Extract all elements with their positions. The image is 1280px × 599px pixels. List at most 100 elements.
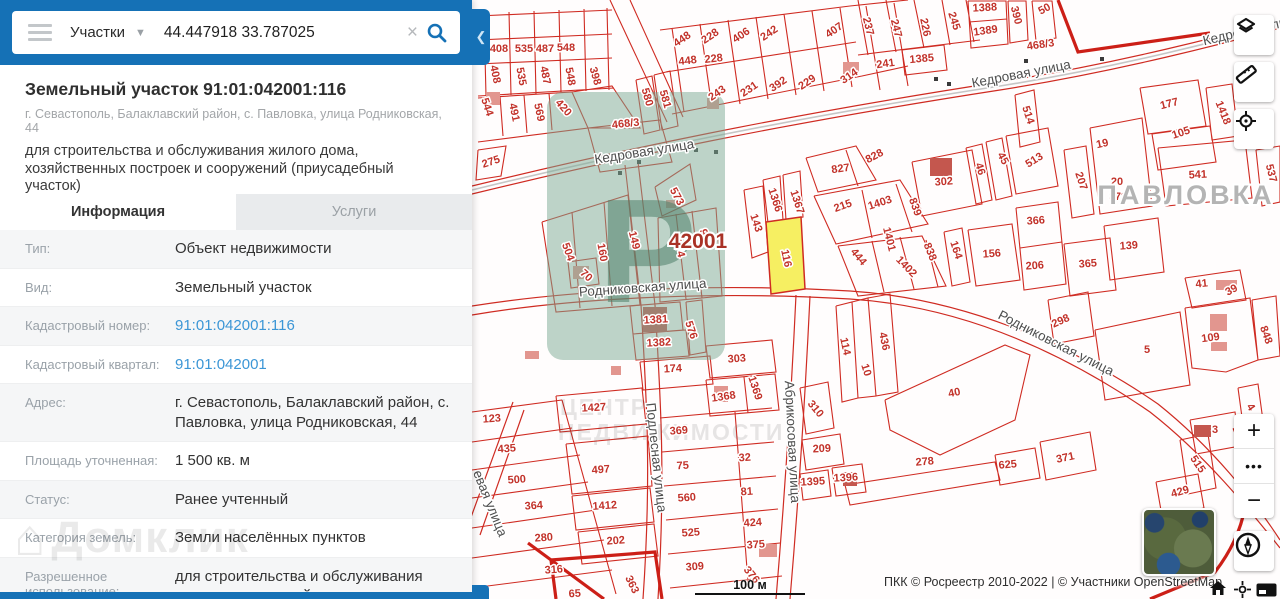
clear-search-icon[interactable]: ×: [401, 22, 424, 44]
parcel-label[interactable]: 1401: [879, 224, 900, 254]
parcel-label[interactable]: 408: [488, 42, 509, 57]
parcel-label[interactable]: 408: [486, 63, 505, 86]
parcel-label[interactable]: 838: [919, 240, 940, 265]
parcel-label[interactable]: 1385: [908, 50, 936, 67]
tab-information[interactable]: Информация: [0, 194, 236, 230]
home-button[interactable]: [1209, 580, 1229, 598]
parcel-label[interactable]: 468/3: [1025, 36, 1057, 55]
parcel-label[interactable]: 535: [512, 65, 530, 88]
zoom-in-button[interactable]: +: [1234, 414, 1274, 449]
parcel-label[interactable]: 310: [803, 397, 827, 422]
parcel-label[interactable]: 114: [836, 335, 855, 359]
extent-button[interactable]: [1256, 583, 1278, 597]
parcel-label[interactable]: 848: [1256, 323, 1277, 347]
parcel-label[interactable]: 309: [684, 559, 706, 575]
parcel-label[interactable]: 303: [726, 351, 748, 367]
zoom-options-button[interactable]: •••: [1234, 449, 1274, 484]
parcel-label[interactable]: 535: [513, 42, 534, 57]
parcel-label[interactable]: 139: [1118, 238, 1140, 254]
parcel-label[interactable]: 32: [737, 450, 753, 466]
parcel-label[interactable]: 174: [662, 361, 685, 377]
parcel-label[interactable]: 424: [742, 515, 765, 531]
parcel-label[interactable]: 491: [505, 101, 524, 124]
parcel-label[interactable]: 371: [1054, 449, 1077, 468]
parcel-label[interactable]: 177: [1157, 95, 1181, 114]
parcel-label[interactable]: 828: [862, 145, 887, 167]
parcel-label[interactable]: 19: [1094, 135, 1111, 152]
parcel-label[interactable]: 625: [997, 457, 1019, 474]
layers-button[interactable]: [1234, 15, 1274, 55]
locate-button[interactable]: [1234, 581, 1252, 599]
parcel-label[interactable]: 75: [675, 458, 691, 474]
parcel-label[interactable]: 1369: [744, 373, 766, 403]
parcel-label[interactable]: 46: [971, 160, 989, 178]
parcel-label[interactable]: 237: [858, 14, 877, 38]
parcel-label[interactable]: 109: [1199, 329, 1222, 346]
quarter-number-label[interactable]: 42001: [667, 228, 730, 255]
parcel-label[interactable]: 513: [1022, 149, 1047, 172]
parcel-label[interactable]: 65: [567, 586, 583, 599]
parcel-label[interactable]: 487: [536, 64, 555, 87]
parcel-label[interactable]: 548: [561, 65, 579, 88]
panel-collapse-button[interactable]: ❮: [472, 9, 490, 65]
parcel-label[interactable]: 1418: [1211, 98, 1234, 128]
parcel-label[interactable]: 390: [1006, 3, 1025, 27]
parcel-label[interactable]: 1382: [645, 335, 673, 351]
measure-button[interactable]: [1234, 62, 1274, 102]
parcel-label[interactable]: 302: [933, 174, 955, 190]
parcel-label[interactable]: 228: [702, 51, 725, 68]
parcel-label[interactable]: 247: [886, 16, 905, 40]
parcel-label[interactable]: 123: [481, 411, 503, 427]
parcel-label[interactable]: 10: [857, 361, 875, 379]
parcel-label[interactable]: 275: [479, 152, 503, 172]
parcel-label[interactable]: 569: [530, 101, 549, 124]
parcel-label[interactable]: 40: [946, 384, 963, 401]
parcel-label[interactable]: 1388: [971, 0, 999, 16]
parcel-label[interactable]: 298: [1048, 311, 1073, 332]
parcel-label[interactable]: 525: [680, 525, 702, 541]
menu-icon[interactable]: [28, 24, 52, 41]
parcel-label[interactable]: 81: [739, 484, 755, 500]
parcel-label[interactable]: 242: [757, 22, 782, 45]
parcel-label[interactable]: 1389: [971, 22, 1000, 40]
parcel-label[interactable]: 143: [746, 211, 766, 235]
parcel-label[interactable]: 398: [585, 64, 605, 88]
parcel-label[interactable]: 839: [905, 195, 926, 219]
parcel-label[interactable]: 156: [981, 246, 1003, 262]
minimap-satellite-preview[interactable]: [1142, 508, 1216, 576]
parcel-label[interactable]: 5: [1142, 343, 1151, 358]
parcel-label[interactable]: 1367: [786, 187, 808, 217]
parcel-label[interactable]: 1402: [892, 252, 921, 281]
search-input[interactable]: [161, 22, 356, 43]
parcel-label[interactable]: 444: [846, 245, 871, 270]
parcel-label[interactable]: 369: [668, 423, 690, 439]
parcel-label[interactable]: 1396: [832, 470, 860, 486]
parcel-label[interactable]: 1381: [642, 312, 670, 328]
parcel-label[interactable]: 280: [533, 530, 555, 546]
parcel-label[interactable]: 215: [831, 196, 855, 217]
parcel-label[interactable]: 515: [1186, 452, 1209, 477]
zoom-out-button[interactable]: −: [1234, 484, 1274, 518]
cadastral-quarter-link[interactable]: 91:01:042001: [175, 355, 472, 375]
parcel-label[interactable]: 1395: [799, 474, 827, 490]
parcel-label[interactable]: 500: [506, 472, 528, 488]
parcel-label[interactable]: 209: [811, 441, 833, 457]
parcel-label[interactable]: 364: [523, 498, 546, 514]
parcel-label[interactable]: 548: [555, 41, 576, 56]
parcel-label[interactable]: 229: [795, 71, 820, 94]
parcel-label[interactable]: 365: [1077, 256, 1099, 272]
parcel-label[interactable]: 50: [1035, 0, 1054, 19]
parcel-label[interactable]: 245: [944, 9, 964, 33]
target-button[interactable]: [1234, 109, 1274, 149]
parcel-label[interactable]: 375: [745, 537, 767, 553]
parcel-label[interactable]: 366: [1025, 213, 1047, 229]
parcel-label[interactable]: 4: [1242, 400, 1259, 416]
parcel-label[interactable]: 436: [875, 330, 894, 353]
parcel-label[interactable]: 41: [1193, 276, 1209, 292]
parcel-label[interactable]: 202: [605, 533, 627, 549]
search-button[interactable]: [426, 22, 448, 44]
parcel-label[interactable]: 3: [1210, 423, 1219, 438]
cadastral-number-link[interactable]: 91:01:042001:116: [175, 316, 472, 336]
parcel-label[interactable]: 429: [1168, 482, 1192, 502]
parcel-label[interactable]: 278: [914, 454, 936, 471]
